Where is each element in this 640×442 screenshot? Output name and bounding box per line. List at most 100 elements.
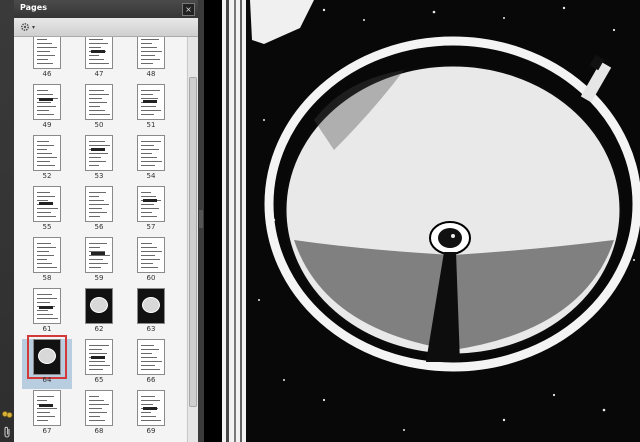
thumbnail-text-line	[89, 102, 107, 103]
page-thumbnail[interactable]: 69	[126, 390, 176, 440]
thumbnail-text-line	[89, 141, 105, 142]
page-number-label: 60	[146, 274, 156, 282]
thumbnail-text-line	[141, 420, 161, 421]
thumbnail-text-line	[89, 161, 106, 162]
document-viewer[interactable]	[204, 0, 640, 442]
thumbnail-text-line	[89, 263, 108, 264]
page-number-label: 54	[146, 172, 156, 180]
thumbnail-text-line	[141, 55, 155, 56]
options-button[interactable]: ▾	[20, 21, 42, 33]
thumbnail-text-line	[37, 192, 50, 193]
gear-icon[interactable]	[1, 408, 13, 420]
thumbnail-text-line	[141, 114, 154, 115]
thumbnail-text-line	[89, 361, 105, 362]
page-thumbnail[interactable]: 60	[126, 237, 176, 287]
thumbnail-image	[33, 135, 61, 171]
page-thumbnail[interactable]: 65	[74, 339, 124, 389]
thumbnail-text-line	[141, 161, 162, 162]
thumbnail-text-line	[141, 157, 157, 158]
thumbnail-text-line	[37, 149, 47, 150]
thumbnail-image	[85, 237, 113, 273]
thumbnail-image	[137, 390, 165, 426]
thumbnail-text-line	[37, 310, 48, 311]
close-panel-button[interactable]: ×	[182, 3, 195, 16]
thumbnail-text-line	[141, 404, 153, 405]
thumbnail-text-line	[141, 365, 155, 366]
thumbnail-text-line	[37, 63, 53, 64]
thumbnail-image	[137, 135, 165, 171]
thumbnail-text-line	[37, 161, 50, 162]
page-thumbnail[interactable]: 56	[74, 186, 124, 236]
page-thumbnail[interactable]: 49	[22, 84, 72, 134]
thumbnail-image	[85, 135, 113, 171]
page-thumbnail[interactable]: 52	[22, 135, 72, 185]
thumbnail-text-line	[141, 110, 161, 111]
page-number-label: 49	[42, 121, 52, 129]
thumbnail-text-line	[141, 153, 152, 154]
thumbnail-text-line	[37, 43, 52, 44]
thumbnail-text-line	[37, 416, 55, 417]
page-number-label: 47	[94, 70, 104, 78]
page-thumbnail[interactable]: 58	[22, 237, 72, 287]
page-thumbnail[interactable]: 61	[22, 288, 72, 338]
thumbnail-text-line	[141, 369, 160, 370]
gear-icon	[20, 22, 30, 32]
page-thumbnail[interactable]: 50	[74, 84, 124, 134]
page-thumbnail[interactable]: 66	[126, 339, 176, 389]
page-thumbnail[interactable]: 67	[22, 390, 72, 440]
page-number-label: 46	[42, 70, 52, 78]
paperclip-icon[interactable]	[1, 426, 13, 438]
page-thumbnail[interactable]: 59	[74, 237, 124, 287]
splitter-grip[interactable]	[199, 210, 203, 228]
thumbnail-text-line	[89, 43, 108, 44]
page-number-label: 63	[146, 325, 156, 333]
page-thumbnail[interactable]: 63	[126, 288, 176, 338]
thumbnail-redaction	[91, 50, 105, 53]
thumbnail-text-line	[37, 47, 57, 48]
thumbnail-image	[85, 339, 113, 375]
page-number-label: 58	[42, 274, 52, 282]
thumbnail-text-line	[89, 204, 109, 205]
page-thumbnail[interactable]: 54	[126, 135, 176, 185]
thumbnail-text-line	[89, 110, 105, 111]
close-icon: ×	[185, 4, 192, 14]
page-thumbnail[interactable]: 51	[126, 84, 176, 134]
thumbnail-text-line	[89, 216, 100, 217]
thumbnail-text-line	[89, 39, 103, 40]
thumbnail-text-line	[37, 408, 57, 409]
thumbnail-text-line	[141, 98, 158, 99]
thumbnail-text-line	[141, 400, 160, 401]
thumbnail-text-line	[37, 55, 55, 56]
thumbnail-text-line	[141, 149, 159, 150]
thumbnail-text-line	[89, 47, 101, 48]
thumbnail-text-line	[141, 349, 159, 350]
page-thumbnail[interactable]: 55	[22, 186, 72, 236]
thumbnail-image	[137, 84, 165, 120]
thumbnail-text-line	[141, 247, 157, 248]
thumbnail-text-line	[37, 196, 55, 197]
thumbnail-redaction	[39, 404, 53, 407]
page-thumbnail[interactable]: 46	[22, 37, 72, 83]
page-thumbnail[interactable]: 57	[126, 186, 176, 236]
scrollbar-thumb[interactable]	[189, 77, 197, 407]
page-thumbnail[interactable]: 62	[74, 288, 124, 338]
page-thumbnail[interactable]: 64	[22, 335, 72, 389]
thumbnail-redaction	[91, 252, 105, 255]
page-thumbnail[interactable]: 53	[74, 135, 124, 185]
thumbnail-text-line	[37, 110, 49, 111]
thumbnail-list[interactable]: 46 47 48 49 50 51 52 53 54 55 56 57 58 59 60 61 62 63 64 65…	[14, 37, 186, 442]
panel-toolbar: ▾	[14, 18, 198, 37]
page-thumbnail[interactable]: 48	[126, 37, 176, 83]
thumbnail-text-line	[89, 192, 106, 193]
thumbnail-text-line	[141, 412, 151, 413]
thumbnail-text-line	[89, 59, 104, 60]
thumbnail-text-line	[141, 165, 155, 166]
thumbnail-redaction	[143, 199, 157, 202]
page-thumbnail[interactable]: 68	[74, 390, 124, 440]
chevron-down-icon: ▾	[32, 23, 36, 31]
thumbnail-scrollbar[interactable]	[187, 37, 198, 442]
thumbnail-text-line	[89, 247, 100, 248]
thumbnail-text-line	[37, 208, 58, 209]
page-thumbnail[interactable]: 47	[74, 37, 124, 83]
thumbnail-text-line	[141, 361, 162, 362]
